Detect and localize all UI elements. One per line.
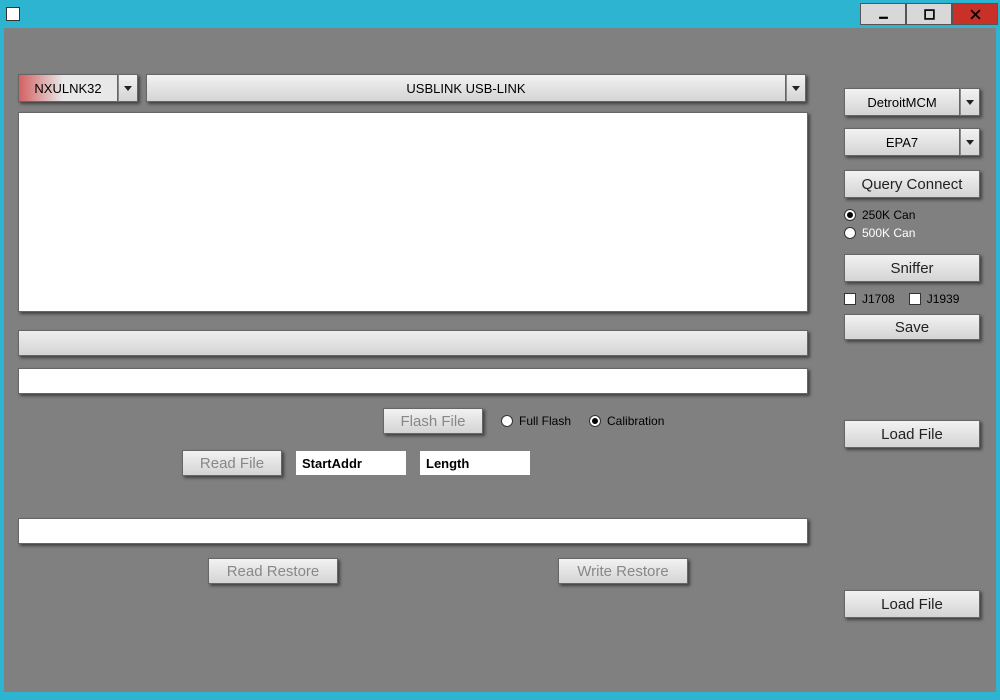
epa-combo[interactable]: EPA7: [844, 128, 980, 156]
j1708-label: J1708: [862, 292, 895, 306]
calibration-radio[interactable]: Calibration: [589, 414, 664, 428]
adapter-combo[interactable]: NXULNK32: [18, 74, 138, 102]
query-connect-button[interactable]: Query Connect: [844, 170, 980, 198]
titlebar: [0, 0, 1000, 28]
length-input[interactable]: [420, 451, 530, 475]
radio-icon: [844, 227, 856, 239]
calibration-label: Calibration: [607, 414, 664, 428]
device-combo-label: USBLINK USB-LINK: [146, 74, 786, 102]
adapter-combo-label: NXULNK32: [18, 74, 118, 102]
full-flash-label: Full Flash: [519, 414, 571, 428]
app-icon: [6, 7, 20, 21]
flash-file-button[interactable]: Flash File: [383, 408, 483, 434]
j1708-checkbox[interactable]: J1708: [844, 292, 895, 306]
file-path-input-2[interactable]: [18, 518, 808, 544]
load-file-button-2[interactable]: Load File: [844, 590, 980, 618]
j1939-label: J1939: [927, 292, 960, 306]
chevron-down-icon: [960, 128, 980, 156]
minimize-icon: [878, 9, 889, 20]
minimize-button[interactable]: [860, 3, 906, 25]
app-body: NXULNK32 USBLINK USB-LINK Flash File Ful…: [4, 28, 996, 692]
chevron-down-icon: [786, 74, 806, 102]
can-250k-radio[interactable]: 250K Can: [844, 208, 980, 222]
right-panel: DetroitMCM EPA7 Query Connect 250K Can 5…: [844, 88, 980, 340]
chevron-down-icon: [960, 88, 980, 116]
save-button[interactable]: Save: [844, 314, 980, 340]
can-500k-radio[interactable]: 500K Can: [844, 226, 980, 240]
progress-bar: [18, 330, 808, 356]
checkbox-icon: [909, 293, 921, 305]
write-restore-button[interactable]: Write Restore: [558, 558, 688, 584]
model-combo-label: DetroitMCM: [844, 88, 960, 116]
start-addr-input[interactable]: [296, 451, 406, 475]
can-250k-label: 250K Can: [862, 208, 915, 222]
radio-icon: [589, 415, 601, 427]
maximize-button[interactable]: [906, 3, 952, 25]
close-icon: [970, 9, 981, 20]
model-combo[interactable]: DetroitMCM: [844, 88, 980, 116]
close-button[interactable]: [952, 3, 998, 25]
output-textarea[interactable]: [18, 112, 808, 312]
radio-icon: [844, 209, 856, 221]
radio-icon: [501, 415, 513, 427]
full-flash-radio[interactable]: Full Flash: [501, 414, 571, 428]
epa-combo-label: EPA7: [844, 128, 960, 156]
maximize-icon: [924, 9, 935, 20]
chevron-down-icon: [118, 74, 138, 102]
checkbox-icon: [844, 293, 856, 305]
sniffer-button[interactable]: Sniffer: [844, 254, 980, 282]
read-restore-button[interactable]: Read Restore: [208, 558, 338, 584]
can-500k-label: 500K Can: [862, 226, 915, 240]
j1939-checkbox[interactable]: J1939: [909, 292, 960, 306]
load-file-button-1[interactable]: Load File: [844, 420, 980, 448]
read-file-button[interactable]: Read File: [182, 450, 282, 476]
device-combo[interactable]: USBLINK USB-LINK: [146, 74, 806, 102]
file-path-input-1[interactable]: [18, 368, 808, 394]
